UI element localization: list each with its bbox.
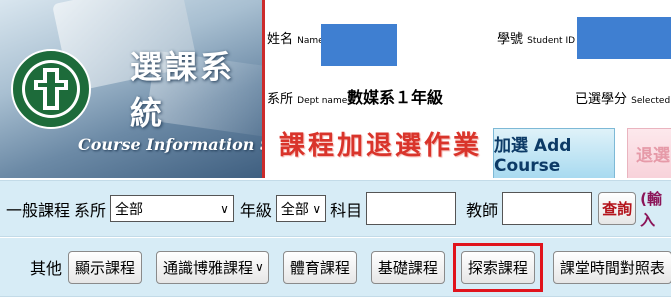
grade-select-value: 全部 [280,201,309,218]
system-subtitle: Course Information System [78,135,262,154]
subject-filter-label: 科目 [330,200,363,220]
dept-value: 數媒系１年級 [347,88,444,107]
university-seal-logo [11,49,91,129]
credits-label: 已選學分 Selected Cr [575,88,671,107]
query-button[interactable]: 查詢 [598,192,637,225]
name-label-en: Name [297,36,324,46]
grade-select[interactable]: 全部 ∨ [275,195,327,222]
physical-education-button[interactable]: 體育課程 [282,250,357,284]
credits-label-zh: 已選學分 [575,92,628,107]
tab-drop-course[interactable]: 退選 [627,128,671,178]
input-hint: (輸入 [640,189,662,229]
dept-select-value: 全部 [115,201,144,218]
student-id-label: 學號 Student ID [497,28,575,47]
show-courses-button[interactable]: 顯示課程 [68,250,143,284]
chevron-down-icon: ∨ [312,201,322,216]
other-courses-bar: 其他 顯示課程 通識博雅課程 ∨ 體育課程 基礎課程 探索課程 課堂時間對照表 [0,238,671,297]
name-redaction [321,24,397,66]
general-education-dropdown[interactable]: 通識博雅課程 ∨ [156,250,269,284]
system-title: 選課系統 [130,48,236,132]
dept-label-zh: 系所 [267,92,294,107]
dept-filter-label: 系所 [74,200,107,220]
basic-courses-button[interactable]: 基礎課程 [370,250,445,284]
dept-label: 系所 Dept name [267,88,347,107]
system-banner: 選課系統 Course Information System [0,0,262,178]
page-heading: 課程加退選作業 [279,131,483,161]
bottom-strip [0,297,671,303]
chevron-down-icon: ∨ [220,201,229,216]
student-id-label-en: Student ID [527,36,576,46]
general-education-label: 通識博雅課程 [163,258,254,277]
exploration-courses-button[interactable]: 探索課程 [460,250,535,284]
teacher-filter-label: 教師 [466,200,499,220]
teacher-input[interactable] [502,192,593,225]
other-section-label: 其他 [30,259,63,278]
credits-label-en: Selected Cr [631,96,671,106]
dept-select[interactable]: 全部 ∨ [110,195,234,222]
subject-input[interactable] [366,192,457,225]
timetable-button[interactable]: 課堂時間對照表 [552,250,671,284]
student-id-label-zh: 學號 [497,32,524,47]
tab-add-course[interactable]: 加選 Add Course [493,128,615,178]
general-course-search-bar: 一般課程 系所 全部 ∨ 年級 全部 ∨ 科目 教師 查詢 (輸入 [0,180,671,237]
student-info-header: 姓名 Name 學號 Student ID 系所 Dept name 數媒系１年… [265,0,671,178]
grade-filter-label: 年級 [239,200,272,220]
chevron-down-icon: ∨ [255,260,264,274]
general-section-label: 一般課程 [6,200,71,220]
name-label: 姓名 Name [267,28,324,47]
name-label-zh: 姓名 [267,32,294,47]
student-id-redaction [577,17,671,59]
exploration-highlight: 探索課程 [452,242,543,292]
dept-label-en: Dept name [297,96,348,106]
